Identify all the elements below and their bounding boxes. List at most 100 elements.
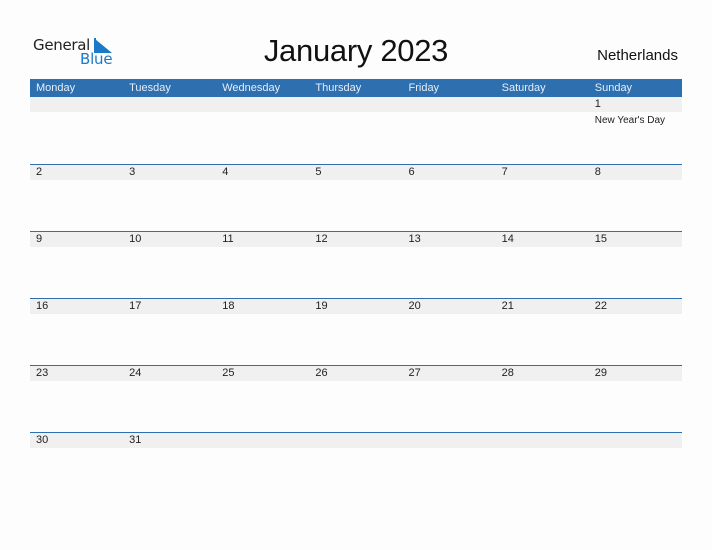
day-number: [502, 97, 589, 112]
day-cell: 8: [589, 165, 682, 231]
day-cell: 30: [30, 433, 123, 499]
day-cell: 5: [309, 165, 402, 231]
day-number: 14: [501, 233, 514, 245]
weekday-saturday: Saturday: [501, 82, 546, 94]
day-cell: 20: [403, 299, 496, 365]
day-cell: 29: [589, 366, 682, 432]
day-number: 27: [408, 367, 421, 379]
weekday-wednesday: Wednesday: [222, 82, 281, 94]
day-number: [502, 433, 589, 448]
day-number: 11: [222, 233, 234, 245]
day-cell: 13: [403, 232, 496, 298]
empty-day-cell: [309, 433, 402, 499]
week-row: 23 24 25 26 27 28 29: [30, 365, 682, 432]
day-number: [315, 97, 402, 112]
day-cell: 3: [123, 165, 216, 231]
day-number: [595, 433, 682, 448]
day-number: 15: [594, 233, 607, 245]
day-cell: 16: [30, 299, 123, 365]
empty-day-cell: [589, 433, 682, 499]
day-number: 25: [222, 367, 235, 379]
calendar-grid: Monday Tuesday Wednesday Thursday Friday…: [30, 79, 682, 499]
day-number: 16: [36, 300, 49, 312]
week-row: 16 17 18 19 20 21 22: [30, 298, 682, 365]
day-cell: 9: [30, 232, 123, 298]
day-number: 19: [315, 300, 328, 312]
day-cell: 17: [123, 299, 216, 365]
day-cell: 12: [309, 232, 402, 298]
day-number: 24: [129, 367, 142, 379]
day-number: 3: [129, 166, 136, 178]
day-cell: 14: [496, 232, 589, 298]
weeks-container: 1 New Year's Day 2 3 4 5 6 7 8 9 10 11 12 13 14 15 16 17 1…: [30, 97, 682, 499]
day-cell: 7: [496, 165, 589, 231]
day-number: [36, 97, 123, 112]
day-cell: 4: [216, 165, 309, 231]
week-row: 9 10 11 12 13 14 15: [30, 231, 682, 298]
day-cell: 25: [216, 366, 309, 432]
empty-day-cell: [309, 97, 402, 164]
day-cell: 27: [403, 366, 496, 432]
empty-day-cell: [496, 433, 589, 499]
day-number: 22: [594, 300, 607, 312]
day-number: 18: [222, 300, 235, 312]
day-cell: 28: [496, 366, 589, 432]
empty-day-cell: [496, 97, 589, 164]
day-number: 23: [36, 367, 49, 379]
day-number: 12: [315, 233, 328, 245]
day-number: 1: [594, 98, 601, 110]
day-cell: 24: [123, 366, 216, 432]
day-number: 26: [315, 367, 328, 379]
day-cell: 21: [496, 299, 589, 365]
day-number: [222, 433, 309, 448]
holiday-label: New Year's Day: [594, 115, 666, 126]
week-row: 1 New Year's Day: [30, 97, 682, 164]
day-number: [222, 97, 309, 112]
day-number: 2: [36, 166, 43, 178]
weekday-thursday: Thursday: [315, 82, 362, 94]
day-cell: 1 New Year's Day: [589, 97, 682, 164]
day-cell: 23: [30, 366, 123, 432]
day-number: 31: [129, 434, 142, 446]
empty-day-cell: [216, 97, 309, 164]
day-cell: 6: [403, 165, 496, 231]
day-number: [409, 433, 496, 448]
empty-day-cell: [403, 97, 496, 164]
day-number: 10: [129, 233, 142, 245]
day-cell: 10: [123, 232, 216, 298]
weekday-header: Monday Tuesday Wednesday Thursday Friday…: [30, 79, 682, 97]
day-cell: 11: [216, 232, 309, 298]
day-number: 8: [594, 166, 601, 178]
day-cell: 15: [589, 232, 682, 298]
day-number: 29: [594, 367, 607, 379]
day-number: 21: [501, 300, 514, 312]
day-cell: 31: [123, 433, 216, 499]
weekday-sunday: Sunday: [594, 82, 633, 94]
day-number: 28: [501, 367, 514, 379]
weekday-monday: Monday: [36, 82, 76, 94]
day-number: 7: [501, 166, 508, 178]
day-number: 5: [315, 166, 322, 178]
day-cell: 19: [309, 299, 402, 365]
day-cell: 26: [309, 366, 402, 432]
day-cell: 22: [589, 299, 682, 365]
week-row: 30 31: [30, 432, 682, 499]
day-number: [315, 433, 402, 448]
day-cell: 18: [216, 299, 309, 365]
country-label: Netherlands: [597, 47, 678, 64]
day-number: 6: [408, 166, 415, 178]
day-number: 13: [408, 233, 421, 245]
day-number: 4: [222, 166, 229, 178]
empty-day-cell: [30, 97, 123, 164]
day-number: 9: [36, 233, 43, 245]
day-number: 20: [408, 300, 421, 312]
empty-day-cell: [403, 433, 496, 499]
day-number: 17: [129, 300, 142, 312]
day-number: 30: [36, 434, 49, 446]
empty-day-cell: [216, 433, 309, 499]
weekday-tuesday: Tuesday: [129, 82, 171, 94]
empty-day-cell: [123, 97, 216, 164]
day-cell: 2: [30, 165, 123, 231]
week-row: 2 3 4 5 6 7 8: [30, 164, 682, 231]
weekday-friday: Friday: [408, 82, 440, 94]
